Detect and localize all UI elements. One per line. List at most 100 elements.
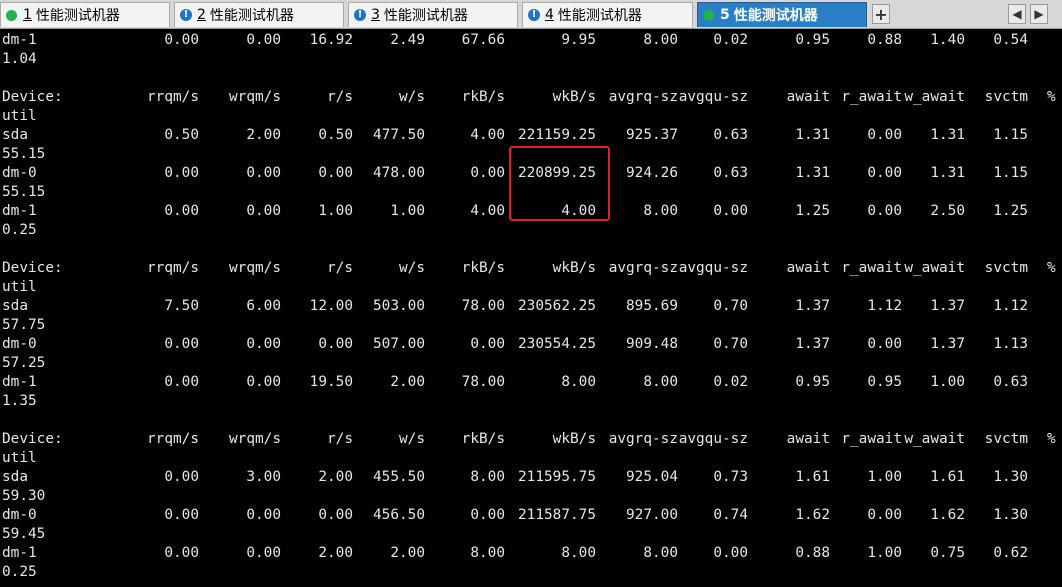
cell-value: 1.25 [993,203,1028,219]
cell-value: 2.00 [318,545,353,561]
cell-value: 0.00 [164,336,199,352]
cell-value: 4.00 [470,203,505,219]
cell-value: 1.00 [867,469,902,485]
table-row-util: 0.25 [2,221,1062,240]
column-header: w_await [904,260,965,276]
cell-value: 0.00 [246,336,281,352]
device-name: dm-1 [2,545,37,561]
exclamation-icon: ! [354,9,366,21]
device-header: Device: [2,431,63,447]
util-value: 59.30 [2,488,46,504]
column-header: rkB/s [461,431,505,447]
tab-number: 2 [197,7,206,23]
cell-value: 0.00 [246,203,281,219]
tab-scroll-next-button[interactable]: ▶ [1030,4,1048,24]
cell-value: 1.37 [930,298,965,314]
table-row-util: 1.04 [2,50,1062,69]
cell-value: 0.00 [867,336,902,352]
column-header: rrqm/s [147,89,199,105]
cell-value: 0.02 [713,32,748,48]
cell-value: 0.00 [164,32,199,48]
cell-value: 0.75 [930,545,965,561]
column-header: r_await [841,431,902,447]
cell-value: 78.00 [461,374,505,390]
cell-value: 925.37 [626,127,678,143]
tab-4[interactable]: ! 4 性能测试机器 [522,2,693,27]
cell-value: 3.00 [246,469,281,485]
util-header-part2: util [2,450,37,466]
cell-value: 1.31 [930,165,965,181]
cell-value: 0.00 [246,374,281,390]
tab-number: 4 [545,7,554,23]
cell-value: 221159.25 [518,127,596,143]
cell-value: 0.02 [713,374,748,390]
util-header-part1: % [1047,260,1056,276]
column-header: r/s [327,89,353,105]
column-header-util: util [2,278,1062,297]
cell-value: 1.12 [993,298,1028,314]
column-header: wkB/s [552,89,596,105]
tab-scroll-prev-button[interactable]: ◀ [1008,4,1026,24]
table-row: sda 0.50 2.00 0.50 477.50 4.00 221159.25 925.37… [2,126,1062,145]
device-name: dm-1 [2,32,37,48]
column-header: w/s [399,260,425,276]
column-header-util: util [2,107,1062,126]
table-row: sda 0.00 3.00 2.00 455.50 8.00 211595.75 925.04… [2,468,1062,487]
cell-value: 0.63 [713,165,748,181]
cell-value: 0.00 [246,165,281,181]
cell-value: 0.00 [713,203,748,219]
util-value: 1.04 [2,51,37,67]
cell-value: 2.00 [318,469,353,485]
column-header: svctm [984,431,1028,447]
cell-value: 1.61 [795,469,830,485]
util-value: 59.45 [2,526,46,542]
cell-value: 0.00 [164,545,199,561]
tab-label: 性能测试机器 [383,8,468,24]
terminal-output[interactable]: dm-1 0.00 0.00 16.92 2.49 67.66 9.95 8.00 0.02 0.… [0,29,1062,587]
cell-value: 0.00 [867,203,902,219]
cell-value: 0.00 [867,165,902,181]
cell-value: 0.50 [164,127,199,143]
util-header-part1: % [1047,431,1056,447]
cell-value: 1.00 [867,545,902,561]
table-row-util: 55.15 [2,145,1062,164]
cell-value: 478.00 [373,165,425,181]
tab-bar: ◀ ▶ 1 性能测试机器! 2 性能测试机器! 3 性能测试机器! 4 性能测试机器 5 性能测试… [0,0,1062,29]
device-name: dm-0 [2,507,37,523]
cell-value: 0.00 [164,203,199,219]
cell-value: 8.00 [643,32,678,48]
tab-1[interactable]: 1 性能测试机器 [0,2,170,27]
tab-2[interactable]: ! 2 性能测试机器 [174,2,344,27]
cell-value: 0.70 [713,336,748,352]
column-header: w_await [904,89,965,105]
cell-value: 0.00 [470,165,505,181]
column-header: w/s [399,89,425,105]
column-header: rrqm/s [147,260,199,276]
cell-value: 2.00 [390,374,425,390]
util-value: 57.75 [2,317,46,333]
column-header: wrqm/s [229,431,281,447]
column-header: r/s [327,431,353,447]
util-value: 0.25 [2,222,37,238]
device-name: sda [2,298,28,314]
column-header: wrqm/s [229,260,281,276]
table-row-util: 57.25 [2,354,1062,373]
tab-3[interactable]: ! 3 性能测试机器 [348,2,518,27]
cell-value: 0.00 [318,507,353,523]
cell-value: 456.50 [373,507,425,523]
column-header: rkB/s [461,89,505,105]
cell-value: 0.00 [318,336,353,352]
column-header: svctm [984,260,1028,276]
green-dot-icon [6,9,17,21]
cell-value: 2.00 [246,127,281,143]
column-header: avgrq-sz [608,89,678,105]
new-tab-button[interactable]: + [872,4,890,24]
tab-5[interactable]: 5 性能测试机器 [697,2,867,27]
cell-value: 927.00 [626,507,678,523]
cell-value: 1.31 [795,127,830,143]
table-row: dm-1 0.00 0.00 16.92 2.49 67.66 9.95 8.00 0.02 0.… [2,31,1062,50]
table-row-util: 1.35 [2,392,1062,411]
cell-value: 0.00 [713,545,748,561]
cell-value: 925.04 [626,469,678,485]
